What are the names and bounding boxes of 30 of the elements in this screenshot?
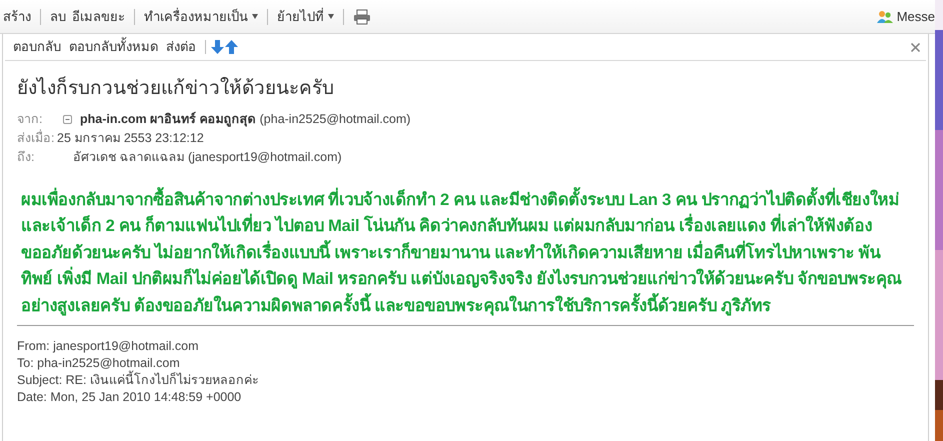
toolbar-button[interactable]: อีเมลขยะ xyxy=(69,6,128,26)
contact-icon xyxy=(63,114,72,124)
messenger-button[interactable]: Messe xyxy=(874,6,935,26)
field-label: ส่งเมื่อ: xyxy=(17,128,56,146)
printer-icon xyxy=(353,8,371,24)
quoted-header-line: Date: Mon, 25 Jan 2010 14:48:59 +0000 xyxy=(17,389,242,406)
close-icon[interactable] xyxy=(911,42,920,52)
down-arrow-icon[interactable] xyxy=(211,40,224,54)
people-icon xyxy=(876,10,893,24)
quoted-header-line: Subject: RE: เงินแค่นี้โกงไปก็ไม่รวยหลอกค่ะ xyxy=(17,372,914,389)
toolbar-menu[interactable]: ทำเครื่องหมายเป็น xyxy=(141,6,261,26)
caret-icon xyxy=(252,14,258,19)
sent-date: 25 มกราคม 2553 23:12:12 xyxy=(57,130,204,146)
field-label: ถึง: xyxy=(17,148,36,166)
message-toolbar-button[interactable]: ตอบกลับทั้งหมด xyxy=(65,37,162,57)
message-toolbar-button[interactable]: ตอบกลับ xyxy=(9,37,65,57)
message-subject: ยังไงก็รบกวนช่วยแก้ข่าวให้ด้วยนะครับ xyxy=(17,75,335,101)
field-label: จาก: xyxy=(17,110,44,128)
quoted-header-line: From: janesport19@hotmail.com xyxy=(17,338,200,355)
message-toolbar-button[interactable]: ส่งต่อ xyxy=(162,37,200,57)
message-body: ผมเพื่องกลับมาจากซื้อสินค้าจากต่างประเทศ ที่เวบจ้างเด็กทำ 2 คน และมีช่างติดตั้งระบบ Lan 3 คน ปรากฏว่าไปติดตั้งที่เชียงใหม่ และเจ้าเด็ก 2 คน ก็ตามแฟนไปเที่ยว ไปตอบ Mail โน่นกัน คิดว่าคงกลับทันผม แต่ผมกลับมาก่อน เรื่องเลยแดง ที่เล่าให้ฟังต้องขออภัยด้วยนะครับ ไม่อยากให้เกิดเรื่องแบบนี้ เพราะเราก็ขายมานาน และทำให้เกิดความเสียหาย เมื่อคืนที่โทรไปหาเพราะ พันทิพย์ เพิ่งมี Mail ปกติผมก็ไม่ค่อยได้เปิดดู Mail หรอกครับ แต่บังเอญจริงจริง ยังไงรบกวนช่วยแก่ข่าวให้ด้วยนะครับ จักขอบพระคุณอย่างสูงเลยครับ ต้องขออภัยในความผิดพลาดครั้งนี้ และขอขอบพระคุณในการใช้บริการครั้งนี้ด้วยครับ ภูริภัทร xyxy=(17,186,914,319)
toolbar-button[interactable]: สร้าง xyxy=(0,6,34,26)
toolbar-button[interactable]: ลบ xyxy=(47,6,69,26)
recipient: อัศวเดช ฉลาดแฉลม (janesport19@hotmail.com) xyxy=(73,148,342,166)
toolbar-menu[interactable]: ย้ายไปที่ xyxy=(274,6,337,26)
up-arrow-icon[interactable] xyxy=(225,40,238,54)
caret-icon xyxy=(328,14,334,19)
quoted-header-line: To: pha-in2525@hotmail.com xyxy=(17,355,181,370)
sender-email: (pha-in2525@hotmail.com) xyxy=(260,110,411,128)
sender-name[interactable]: pha-in.com ผาอินทร์ คอมถูกสุด xyxy=(80,110,256,128)
